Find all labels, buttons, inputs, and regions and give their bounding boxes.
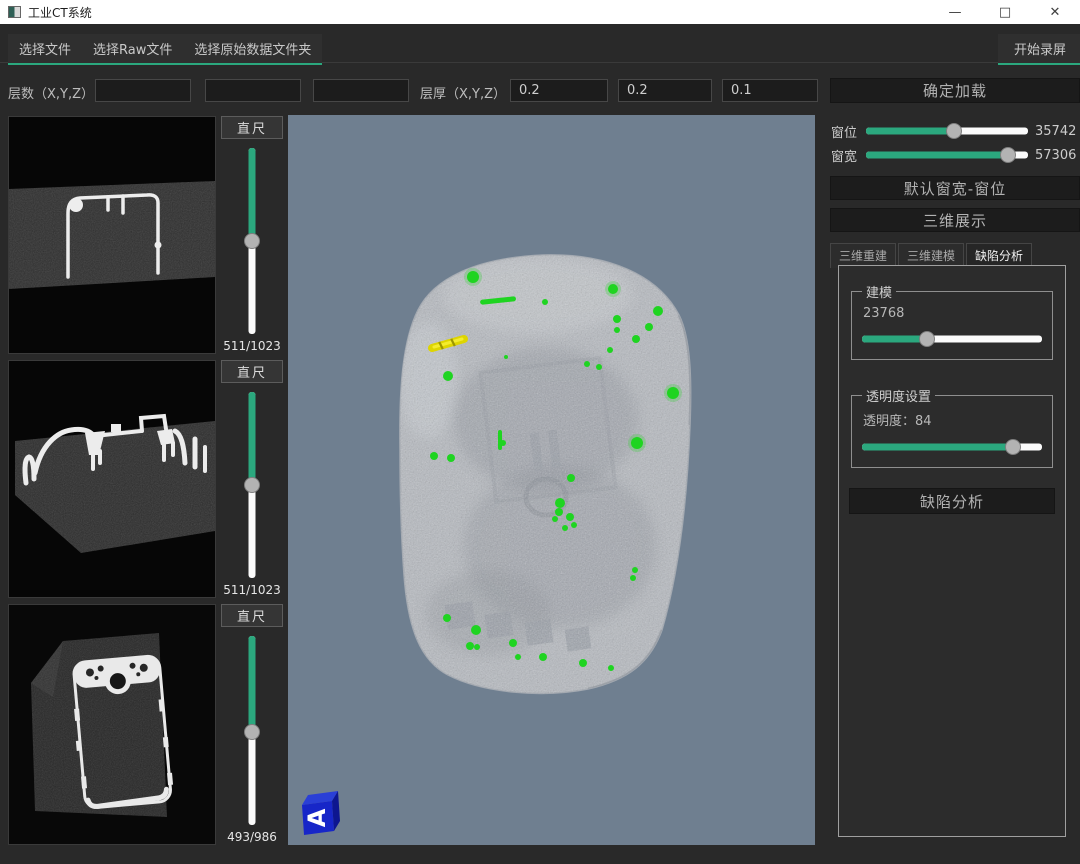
- minimize-button[interactable]: —: [930, 0, 980, 24]
- window-level-label: 窗位: [831, 122, 859, 141]
- slice-3-controls: 直尺 493/986: [216, 604, 288, 845]
- select-raw-file-button[interactable]: 选择Raw文件: [82, 34, 183, 63]
- select-raw-data-folder-button[interactable]: 选择原始数据文件夹: [183, 34, 322, 63]
- window-width-row: 窗宽 57306: [831, 147, 1079, 163]
- thickness-z-input[interactable]: [722, 79, 818, 102]
- slice-2-slider[interactable]: [243, 392, 261, 578]
- confirm-load-button[interactable]: 确定加载: [830, 78, 1080, 103]
- layers-y-input[interactable]: [205, 79, 301, 102]
- slider-thumb[interactable]: [244, 233, 260, 249]
- ct-slice-graphic: [9, 361, 215, 597]
- app-icon: [8, 6, 21, 18]
- slider-thumb[interactable]: [244, 477, 260, 493]
- main-content: 选择文件 选择Raw文件 选择原始数据文件夹 开始录屏 层数（X,Y,Z） 层厚…: [0, 24, 1080, 864]
- slider-thumb[interactable]: [946, 123, 962, 139]
- window-level-value: 35742: [1035, 124, 1079, 139]
- start-recording-button[interactable]: 开始录屏: [998, 34, 1080, 65]
- layers-x-input[interactable]: [95, 79, 191, 102]
- ruler-button-2[interactable]: 直尺: [221, 360, 283, 383]
- svg-text:A: A: [303, 808, 331, 827]
- modeling-slider[interactable]: [862, 331, 1042, 347]
- ct-slice-view-xy: [8, 116, 216, 354]
- slider-thumb[interactable]: [244, 724, 260, 740]
- app-window: 工业CT系统 — □ ✕ 选择文件 选择Raw文件 选择原始数据文件夹 开始录屏…: [0, 0, 1080, 864]
- window-controls: — □ ✕: [930, 0, 1080, 24]
- defect-analysis-panel: 建模 23768 透明度设置 透明度：84: [838, 265, 1066, 837]
- 3d-render: A: [288, 115, 815, 845]
- window-width-slider[interactable]: [866, 147, 1028, 163]
- titlebar: 工业CT系统 — □ ✕: [0, 0, 1080, 24]
- slice-1-controls: 直尺 511/1023: [216, 116, 288, 354]
- modeling-group-title: 建模: [862, 282, 896, 301]
- transparency-value: 透明度：84: [863, 410, 1044, 429]
- slice-2-position: 511/1023: [223, 583, 281, 598]
- slice-2-controls: 直尺 511/1023: [216, 360, 288, 598]
- layers-label: 层数（X,Y,Z）: [8, 83, 94, 102]
- slice-3-position: 493/986: [227, 830, 277, 845]
- transparency-group: 透明度设置 透明度：84: [851, 386, 1053, 468]
- file-menu-group: 选择文件 选择Raw文件 选择原始数据文件夹: [8, 34, 322, 65]
- window-level-slider[interactable]: [866, 123, 1028, 139]
- slider-thumb[interactable]: [1000, 147, 1016, 163]
- modeling-group: 建模 23768: [851, 282, 1053, 360]
- ct-slice-graphic: [9, 605, 215, 844]
- modeling-value: 23768: [863, 306, 1044, 321]
- slider-track[interactable]: [862, 336, 1042, 343]
- slider-thumb[interactable]: [919, 331, 935, 347]
- slice-1-slider[interactable]: [243, 148, 261, 334]
- layers-z-input[interactable]: [313, 79, 409, 102]
- app-title: 工业CT系统: [28, 4, 92, 21]
- orientation-cube-icon: A: [302, 791, 340, 835]
- transparency-slider[interactable]: [862, 439, 1042, 455]
- ruler-button-1[interactable]: 直尺: [221, 116, 283, 139]
- select-file-button[interactable]: 选择文件: [8, 34, 82, 63]
- slice-3-slider[interactable]: [243, 636, 261, 825]
- ruler-button-3[interactable]: 直尺: [221, 604, 283, 627]
- slice-1-position: 511/1023: [223, 339, 281, 354]
- thickness-x-input[interactable]: [510, 79, 608, 102]
- slider-thumb[interactable]: [1005, 439, 1021, 455]
- maximize-button[interactable]: □: [980, 0, 1030, 24]
- ct-slice-view-yz: [8, 604, 216, 845]
- close-button[interactable]: ✕: [1030, 0, 1080, 24]
- window-width-label: 窗宽: [831, 146, 859, 165]
- ct-slice-graphic: [9, 117, 215, 353]
- window-level-row: 窗位 35742: [831, 123, 1079, 139]
- thickness-label: 层厚（X,Y,Z）: [420, 83, 506, 102]
- 3d-viewport[interactable]: A: [288, 115, 815, 845]
- display-3d-button[interactable]: 三维展示: [830, 208, 1080, 232]
- thickness-y-input[interactable]: [618, 79, 712, 102]
- window-width-value: 57306: [1035, 148, 1079, 163]
- transparency-group-title: 透明度设置: [862, 386, 935, 405]
- default-window-level-button[interactable]: 默认窗宽-窗位: [830, 176, 1080, 200]
- run-defect-analysis-button[interactable]: 缺陷分析: [849, 488, 1055, 514]
- ct-slice-view-xz: [8, 360, 216, 598]
